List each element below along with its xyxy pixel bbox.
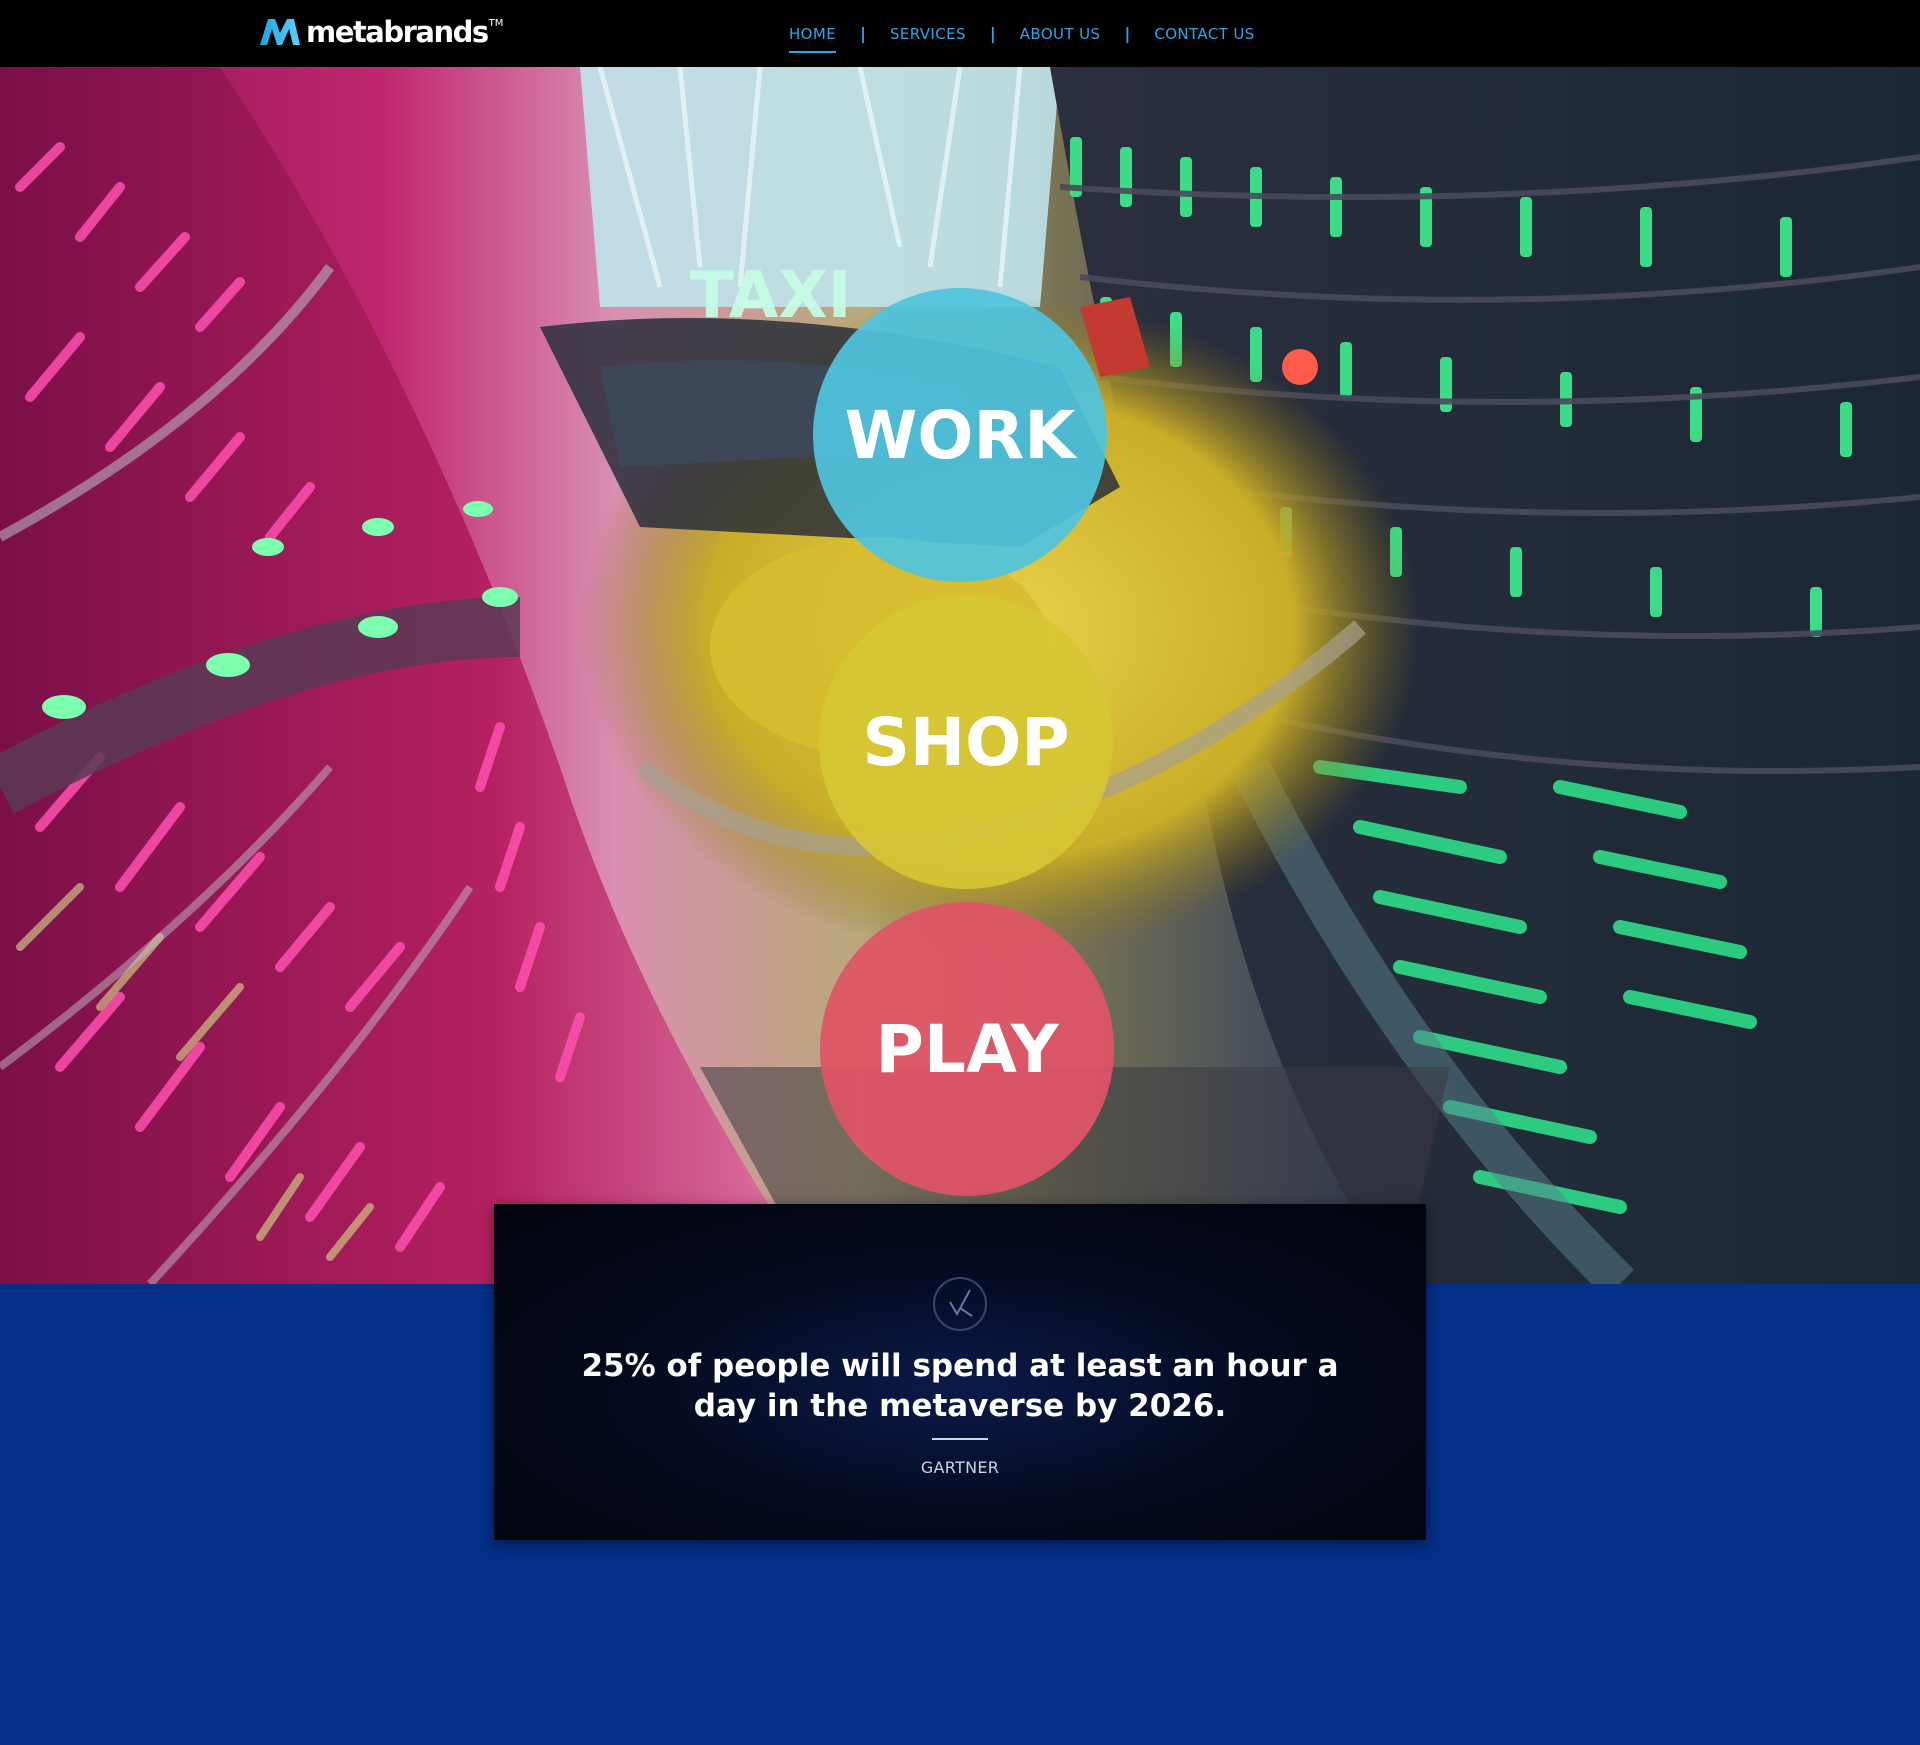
checkmark-circle-icon: [933, 1277, 987, 1331]
top-navbar: metabrands TM HOME | SERVICES | ABOUT US…: [0, 0, 1920, 67]
shop-circle-button[interactable]: SHOP: [819, 595, 1113, 889]
nav-home[interactable]: HOME: [789, 21, 837, 53]
statistic-quote-card: 25% of people will spend at least an hou…: [494, 1204, 1426, 1540]
nav-separator: |: [1124, 24, 1131, 43]
brand-name: metabrands: [306, 15, 489, 49]
play-circle-button[interactable]: PLAY: [820, 902, 1114, 1196]
nav-contact-us[interactable]: CONTACT US: [1154, 21, 1254, 47]
nav-separator: |: [989, 24, 996, 43]
nav-services[interactable]: SERVICES: [890, 21, 966, 47]
nav-separator: |: [860, 24, 866, 43]
metabrands-logo-icon: [260, 19, 300, 45]
main-nav: HOME | SERVICES | ABOUT US | CONTACT US: [789, 0, 1255, 67]
quote-text: 25% of people will spend at least an hou…: [581, 1348, 1339, 1424]
hero-banner: TAXI WORK SHOP PLAY: [0, 67, 1920, 1284]
trademark-mark: TM: [488, 18, 504, 29]
work-circle-button[interactable]: WORK: [813, 288, 1107, 582]
quote-source: GARTNER: [920, 1458, 1000, 1477]
brand-logo[interactable]: metabrands TM: [258, 14, 503, 50]
nav-about-us[interactable]: ABOUT US: [1020, 21, 1101, 47]
quote-divider: [932, 1438, 988, 1440]
